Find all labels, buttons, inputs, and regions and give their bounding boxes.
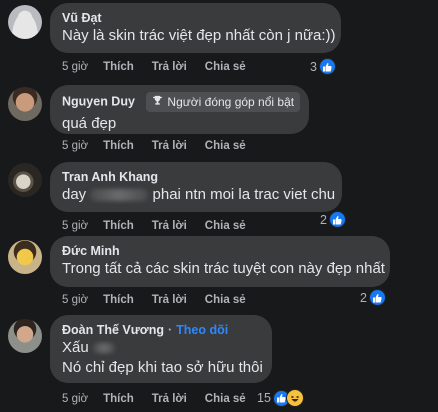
comment-actions: 5 giờ Thích Trả lời Chia sẻ — [62, 393, 264, 405]
thumbs-up-icon — [368, 289, 386, 306]
comment-time[interactable]: 5 giờ — [62, 220, 88, 232]
comment-author[interactable]: Đức Minh — [62, 243, 378, 259]
reply-button[interactable]: Trả lời — [152, 393, 187, 405]
comment-text: quá đẹp — [62, 115, 117, 132]
comment-time[interactable]: 5 giờ — [62, 294, 88, 306]
reply-button[interactable]: Trả lời — [152, 140, 187, 152]
reaction-summary[interactable]: 3 — [310, 58, 336, 75]
avatar[interactable] — [8, 5, 42, 39]
comment-author[interactable]: Đoàn Thế Vương — [62, 323, 164, 337]
separator-dot: · — [167, 323, 173, 337]
reply-button[interactable]: Trả lời — [152, 220, 187, 232]
share-button[interactable]: Chia sẻ — [205, 220, 246, 232]
comment-text-end: phai ntn moi la trac viet chu — [152, 186, 336, 203]
comment-author[interactable]: Tran Anh Khang — [62, 169, 330, 185]
comment-actions: 5 giờ Thích Trả lời Chia sẻ — [62, 294, 264, 306]
reaction-summary[interactable]: 15 — [257, 389, 304, 407]
comment-bubble: Đức Minh Trong tất cả các skin trác tuyệ… — [50, 236, 390, 287]
thumbs-up-icon — [318, 58, 336, 75]
comment-bubble: Nguyen Duy Người đóng góp nổi bật quá đẹ… — [50, 85, 309, 134]
like-button[interactable]: Thích — [103, 294, 134, 306]
share-button[interactable]: Chia sẻ — [205, 393, 246, 405]
reply-button[interactable]: Trả lời — [152, 61, 187, 73]
haha-emoji-icon — [285, 389, 304, 407]
comment-bubble: Vũ Đạt Này là skin trác việt đẹp nhất cò… — [50, 3, 341, 53]
reaction-summary[interactable]: 2 — [360, 289, 386, 306]
follow-button[interactable]: Theo dõi — [176, 323, 228, 337]
comment-bubble: Tran Anh Khang day phai ntn moi la trac … — [50, 162, 342, 212]
share-button[interactable]: Chia sẻ — [205, 140, 246, 152]
comment-time[interactable]: 5 giờ — [62, 61, 88, 73]
comment-text: Trong tất cả các skin trác tuyệt con này… — [62, 260, 385, 277]
comment-actions: 5 giờ Thích Trả lời Chia sẻ — [62, 61, 264, 73]
avatar[interactable] — [8, 163, 42, 197]
avatar[interactable] — [8, 240, 42, 274]
reply-button[interactable]: Trả lời — [152, 294, 187, 306]
reaction-count: 2 — [320, 212, 327, 227]
reaction-count: 2 — [360, 290, 367, 305]
comment-time[interactable]: 5 giờ — [62, 393, 88, 405]
comment-actions: 5 giờ Thích Trả lời Chia sẻ — [62, 220, 264, 232]
comment-actions: 5 giờ Thích Trả lời Chia sẻ — [62, 140, 264, 152]
trophy-icon — [152, 94, 163, 110]
reaction-summary[interactable]: 2 — [320, 211, 346, 228]
like-button[interactable]: Thích — [103, 393, 134, 405]
reaction-count: 3 — [310, 59, 317, 74]
comment-text: Này là skin trác việt đẹp nhất còn j nữa… — [62, 27, 336, 44]
comment-text-start: day — [62, 186, 87, 203]
thumbs-up-icon — [328, 211, 346, 228]
like-button[interactable]: Thích — [103, 220, 134, 232]
top-contributor-badge[interactable]: Người đóng góp nổi bật — [146, 92, 301, 112]
comment-author[interactable]: Vũ Đạt — [62, 10, 329, 26]
comment-text-line-2: Nó chỉ đẹp khi tao sở hữu thôi — [62, 359, 263, 376]
comment-text-line-1: Xấu — [62, 338, 260, 358]
comment-author-row: Đoàn Thế Vương · Theo dõi — [62, 322, 260, 338]
like-button[interactable]: Thích — [103, 61, 134, 73]
like-button[interactable]: Thích — [103, 140, 134, 152]
share-button[interactable]: Chia sẻ — [205, 294, 246, 306]
comment-text: Xấu — [62, 339, 89, 356]
avatar[interactable] — [8, 87, 42, 121]
comment-author[interactable]: Nguyen Duy — [62, 94, 135, 108]
avatar[interactable] — [8, 319, 42, 353]
badge-label: Người đóng góp nổi bật — [167, 95, 295, 109]
comment-text: day phai ntn moi la trac viet chu — [62, 185, 335, 205]
comment-author-row: Nguyen Duy Người đóng góp nổi bật — [62, 92, 301, 112]
share-button[interactable]: Chia sẻ — [205, 61, 246, 73]
censored-text — [90, 189, 149, 202]
censored-text — [92, 343, 115, 354]
comment-time[interactable]: 5 giờ — [62, 140, 88, 152]
comment-bubble: Đoàn Thế Vương · Theo dõi Xấu Nó chỉ đẹp k… — [50, 315, 272, 383]
